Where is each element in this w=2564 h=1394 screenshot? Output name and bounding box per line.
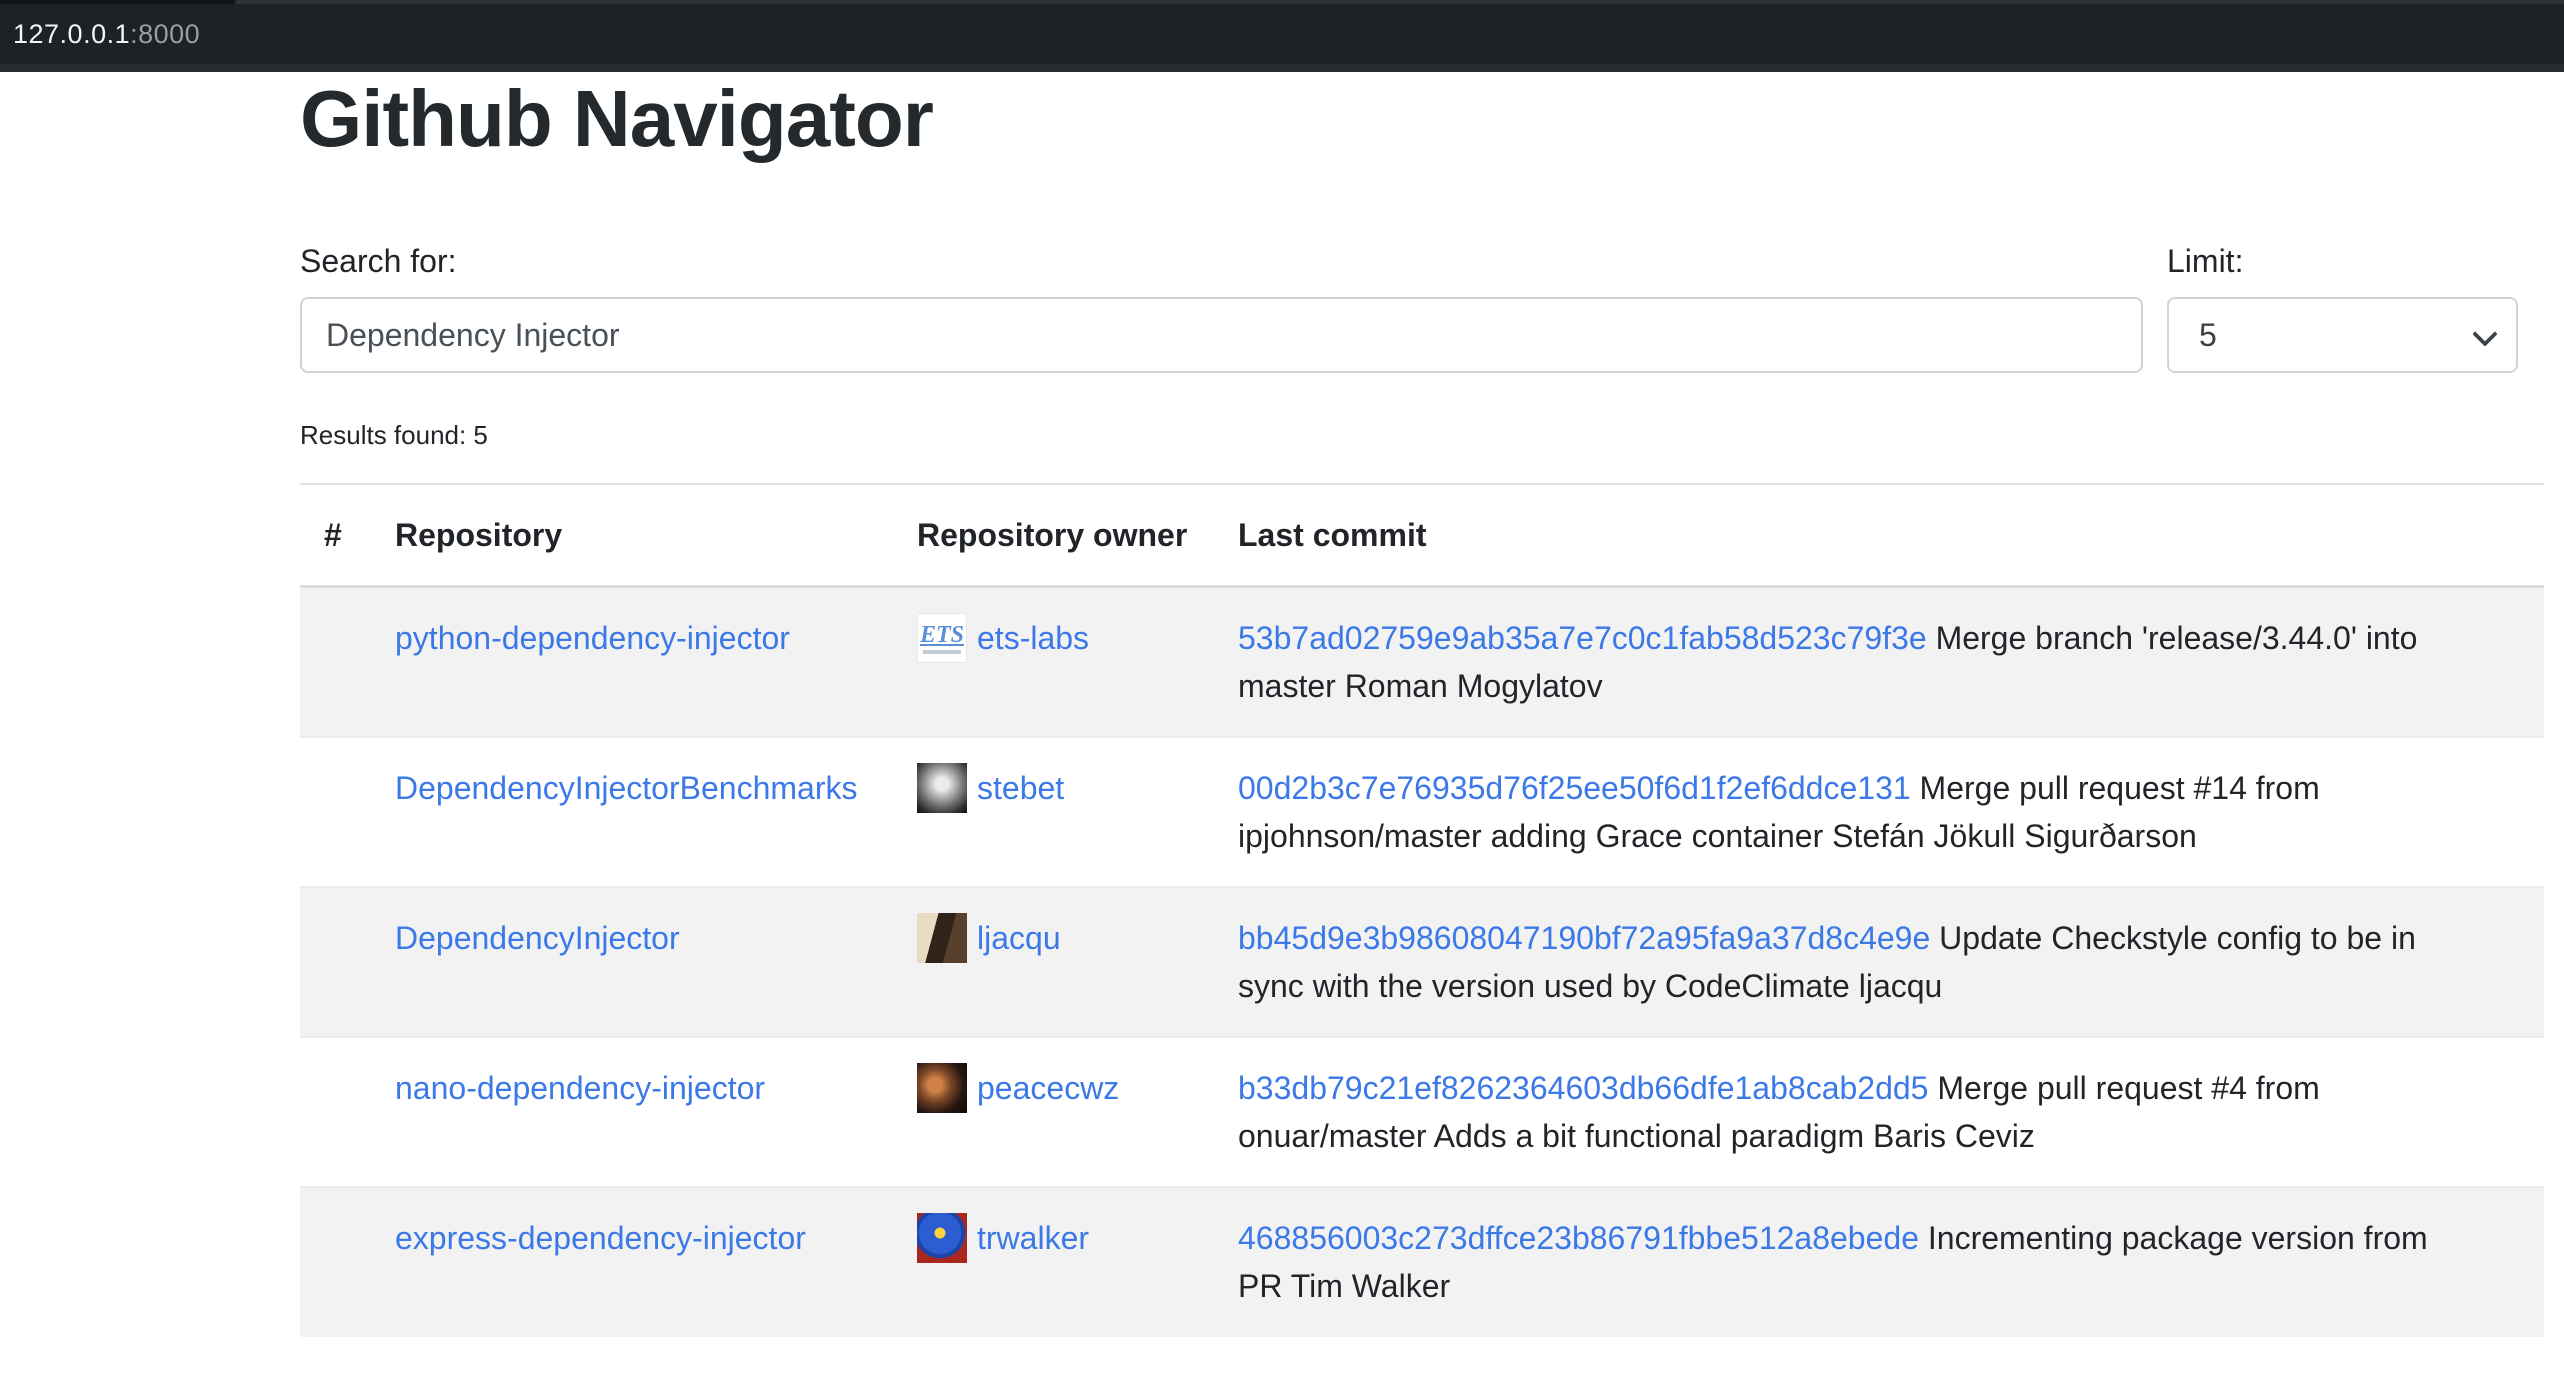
chevron-down-icon (2472, 321, 2497, 346)
index-cell (300, 587, 371, 738)
limit-selected-value: 5 (2199, 317, 2217, 354)
index-cell (300, 737, 371, 887)
index-cell (300, 1187, 371, 1337)
owner-avatar[interactable] (917, 1213, 967, 1263)
owner-link[interactable]: ets-labs (977, 614, 1089, 662)
address-port: :8000 (130, 19, 200, 50)
table-row: nano-dependency-injector peacecwz b33db7… (300, 1037, 2544, 1187)
repo-link[interactable]: nano-dependency-injector (395, 1070, 765, 1106)
commit-message: Incrementing package version from (1928, 1220, 2428, 1256)
commit-message: onuar/master Adds a bit functional parad… (1238, 1112, 2520, 1160)
commit-hash-link[interactable]: bb45d9e3b98608047190bf72a95fa9a37d8c4e9e (1238, 920, 1930, 956)
index-cell (300, 1037, 371, 1187)
commit-hash-link[interactable]: 00d2b3c7e76935d76f25ee50f6d1f2ef6ddce131 (1238, 770, 1911, 806)
owner-link[interactable]: ljacqu (977, 914, 1061, 962)
col-repository: Repository (371, 484, 893, 587)
avatar-logo-text: ETS (920, 623, 964, 647)
commit-message: Merge pull request #14 from (1920, 770, 2320, 806)
content-container: Github Navigator Search for: Limit: 5 Re… (300, 72, 2544, 1337)
table-header-row: # Repository Repository owner Last commi… (300, 484, 2544, 587)
limit-group: Limit: 5 (2167, 237, 2518, 373)
repo-link[interactable]: express-dependency-injector (395, 1220, 806, 1256)
col-last-commit: Last commit (1214, 484, 2544, 587)
repo-link[interactable]: DependencyInjectorBenchmarks (395, 770, 857, 806)
owner-avatar[interactable] (917, 1063, 967, 1113)
active-tab-edge (235, 0, 2564, 4)
chrome-divider (0, 64, 2564, 72)
commit-message: sync with the version used by CodeClimat… (1238, 962, 2520, 1010)
table-row: python-dependency-injector ETS ets-labs … (300, 587, 2544, 738)
search-input[interactable] (300, 297, 2143, 373)
search-group: Search for: (300, 237, 2143, 373)
col-index: # (300, 484, 371, 587)
limit-label: Limit: (2167, 237, 2518, 285)
commit-message: Merge branch 'release/3.44.0' into (1936, 620, 2418, 656)
repos-table: # Repository Repository owner Last commi… (300, 483, 2544, 1337)
search-form: Search for: Limit: 5 (300, 237, 2544, 373)
commit-hash-link[interactable]: 53b7ad02759e9ab35a7e7c0c1fab58d523c79f3e (1238, 620, 1927, 656)
repo-link[interactable]: python-dependency-injector (395, 620, 790, 656)
commit-cell: 468856003c273dffce23b86791fbbe512a8ebede… (1214, 1187, 2544, 1337)
table-row: DependencyInjectorBenchmarks stebet 00d2… (300, 737, 2544, 887)
owner-link[interactable]: stebet (977, 764, 1064, 812)
address-bar[interactable]: 127.0.0.1:8000 (13, 4, 200, 64)
address-host: 127.0.0.1 (13, 19, 130, 50)
results-count: Results found: 5 (300, 415, 2544, 455)
page-body: Github Navigator Search for: Limit: 5 Re… (0, 72, 2564, 1337)
owner-link[interactable]: trwalker (977, 1214, 1089, 1262)
commit-cell: 53b7ad02759e9ab35a7e7c0c1fab58d523c79f3e… (1214, 587, 2544, 738)
commit-message: PR Tim Walker (1238, 1262, 2520, 1310)
page-title: Github Navigator (300, 72, 2544, 166)
table-row: express-dependency-injector trwalker 468… (300, 1187, 2544, 1337)
commit-hash-link[interactable]: 468856003c273dffce23b86791fbbe512a8ebede (1238, 1220, 1919, 1256)
commit-cell: bb45d9e3b98608047190bf72a95fa9a37d8c4e9e… (1214, 887, 2544, 1037)
commit-cell: 00d2b3c7e76935d76f25ee50f6d1f2ef6ddce131… (1214, 737, 2544, 887)
commit-message: Update Checkstyle config to be in (1939, 920, 2416, 956)
search-label: Search for: (300, 237, 2143, 285)
limit-select[interactable]: 5 (2167, 297, 2518, 373)
browser-bar: 127.0.0.1:8000 (0, 0, 2564, 72)
commit-cell: b33db79c21ef8262364603db66dfe1ab8cab2dd5… (1214, 1037, 2544, 1187)
owner-avatar[interactable] (917, 763, 967, 813)
table-row: DependencyInjector ljacqu bb45d9e3b98608… (300, 887, 2544, 1037)
commit-hash-link[interactable]: b33db79c21ef8262364603db66dfe1ab8cab2dd5 (1238, 1070, 1928, 1106)
commit-message: ipjohnson/master adding Grace container … (1238, 812, 2520, 860)
owner-avatar[interactable]: ETS (917, 613, 967, 663)
owner-avatar[interactable] (917, 913, 967, 963)
repo-link[interactable]: DependencyInjector (395, 920, 680, 956)
commit-message: master Roman Mogylatov (1238, 662, 2520, 710)
col-owner: Repository owner (893, 484, 1214, 587)
index-cell (300, 887, 371, 1037)
commit-message: Merge pull request #4 from (1937, 1070, 2319, 1106)
owner-link[interactable]: peacecwz (977, 1064, 1119, 1112)
